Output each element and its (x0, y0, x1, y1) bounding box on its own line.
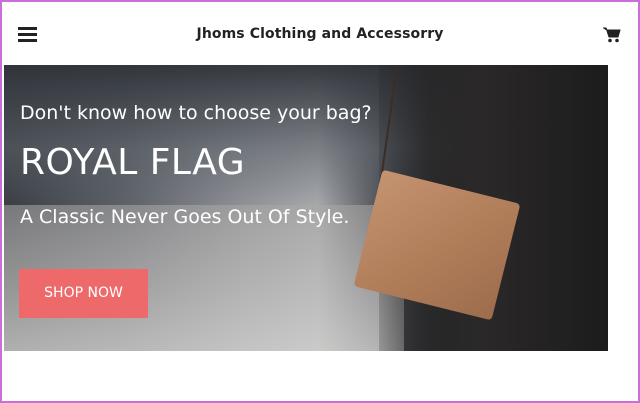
hero-tagline: A Classic Never Goes Out Of Style. (20, 206, 350, 228)
shop-now-button[interactable]: SHOP NOW (19, 269, 148, 318)
site-title: Jhoms Clothing and Accessorry (196, 26, 444, 42)
site-header: Jhoms Clothing and Accessorry (2, 2, 638, 65)
hero-kicker: Don't know how to choose your bag? (20, 102, 372, 124)
hero-headline: ROYAL FLAG (20, 142, 246, 183)
shopping-cart-icon[interactable] (603, 27, 621, 43)
